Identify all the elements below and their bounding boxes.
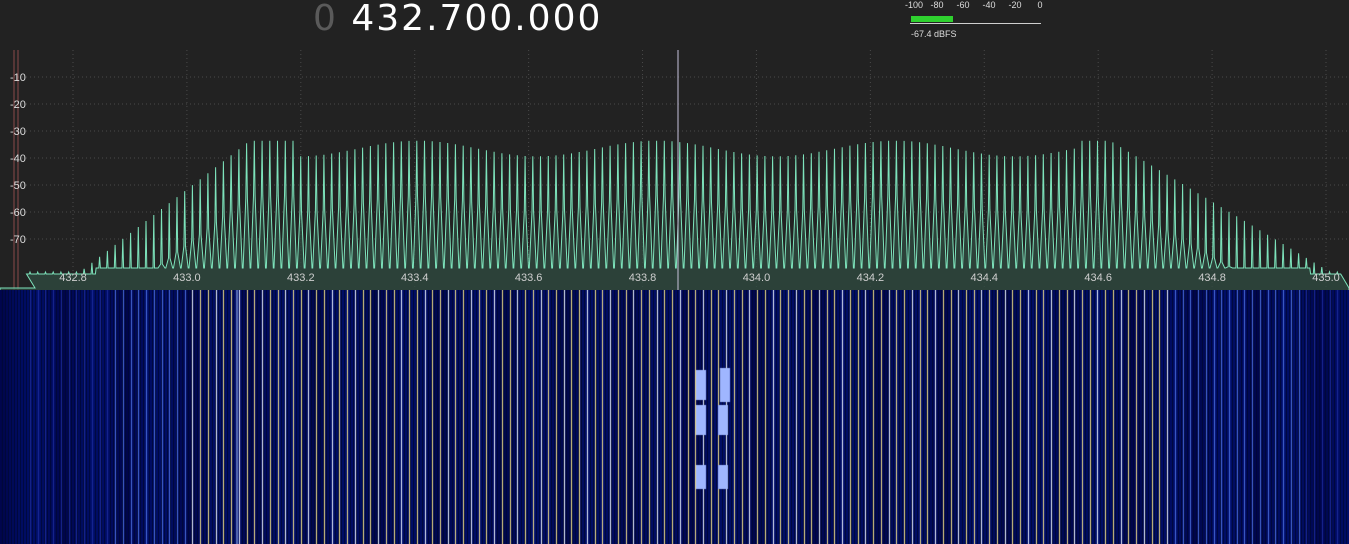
- frequency-tick-label: 433.8: [629, 272, 657, 284]
- db-tick-label: -30: [10, 126, 26, 138]
- frequency-tick-label: 435.0: [1312, 272, 1340, 284]
- frequency-tick-label: 433.4: [401, 272, 429, 284]
- signal-meter-scale-label: -20: [1008, 0, 1022, 10]
- db-tick-label: -20: [10, 99, 26, 111]
- signal-meter: -100 -80 -60 -40 -20 0 -67.4 dBFS: [904, 0, 1044, 44]
- top-bar: 0 432.700.000 -100 -80 -60 -40 -20 0 -67…: [0, 0, 1349, 50]
- frequency-tick-label: 432.8: [59, 272, 87, 284]
- db-tick-label: -10: [10, 72, 26, 84]
- spectrum-canvas[interactable]: -10 -20 -30 -40 -50 -60 -70 432.8 433.0 433.2 433.…: [0, 50, 1349, 290]
- signal-meter-scale: -100 -80 -60 -40 -20 0: [904, 0, 1044, 12]
- frequency-leading-digit[interactable]: 0: [313, 0, 338, 39]
- spectrum-plot[interactable]: -10 -20 -30 -40 -50 -60 -70 432.8 433.0 433.2 433.…: [0, 50, 1349, 290]
- frequency-tick-label: 433.2: [287, 272, 315, 284]
- db-tick-label: -70: [10, 234, 26, 246]
- frequency-tick-label: 434.0: [743, 272, 771, 284]
- frequency-tick-label: 433.6: [515, 272, 543, 284]
- signal-meter-scale-label: 0: [1037, 0, 1043, 10]
- waterfall-display[interactable]: [0, 290, 1349, 544]
- signal-meter-scale-label: -80: [930, 0, 944, 10]
- frequency-tick-label: 434.8: [1198, 272, 1226, 284]
- db-tick-label: -40: [10, 153, 26, 165]
- frequency-display[interactable]: 0 432.700.000: [313, 0, 602, 39]
- db-tick-label: -50: [10, 180, 26, 192]
- frequency-tick-label: 434.2: [857, 272, 885, 284]
- waterfall-canvas[interactable]: [0, 290, 1349, 544]
- signal-meter-bar: [911, 16, 953, 22]
- signal-meter-scale-label: -60: [956, 0, 970, 10]
- frequency-tick-label: 434.4: [971, 272, 999, 284]
- signal-meter-scale-label: -40: [982, 0, 996, 10]
- frequency-value[interactable]: 432.700.000: [351, 0, 602, 39]
- signal-meter-scale-label: -100: [904, 0, 924, 10]
- frequency-tick-label: 433.0: [173, 272, 201, 284]
- signal-meter-readout: -67.4 dBFS: [911, 29, 957, 39]
- db-tick-label: -60: [10, 207, 26, 219]
- spectrum-fill: [0, 140, 1349, 290]
- frequency-tick-label: 434.6: [1084, 272, 1112, 284]
